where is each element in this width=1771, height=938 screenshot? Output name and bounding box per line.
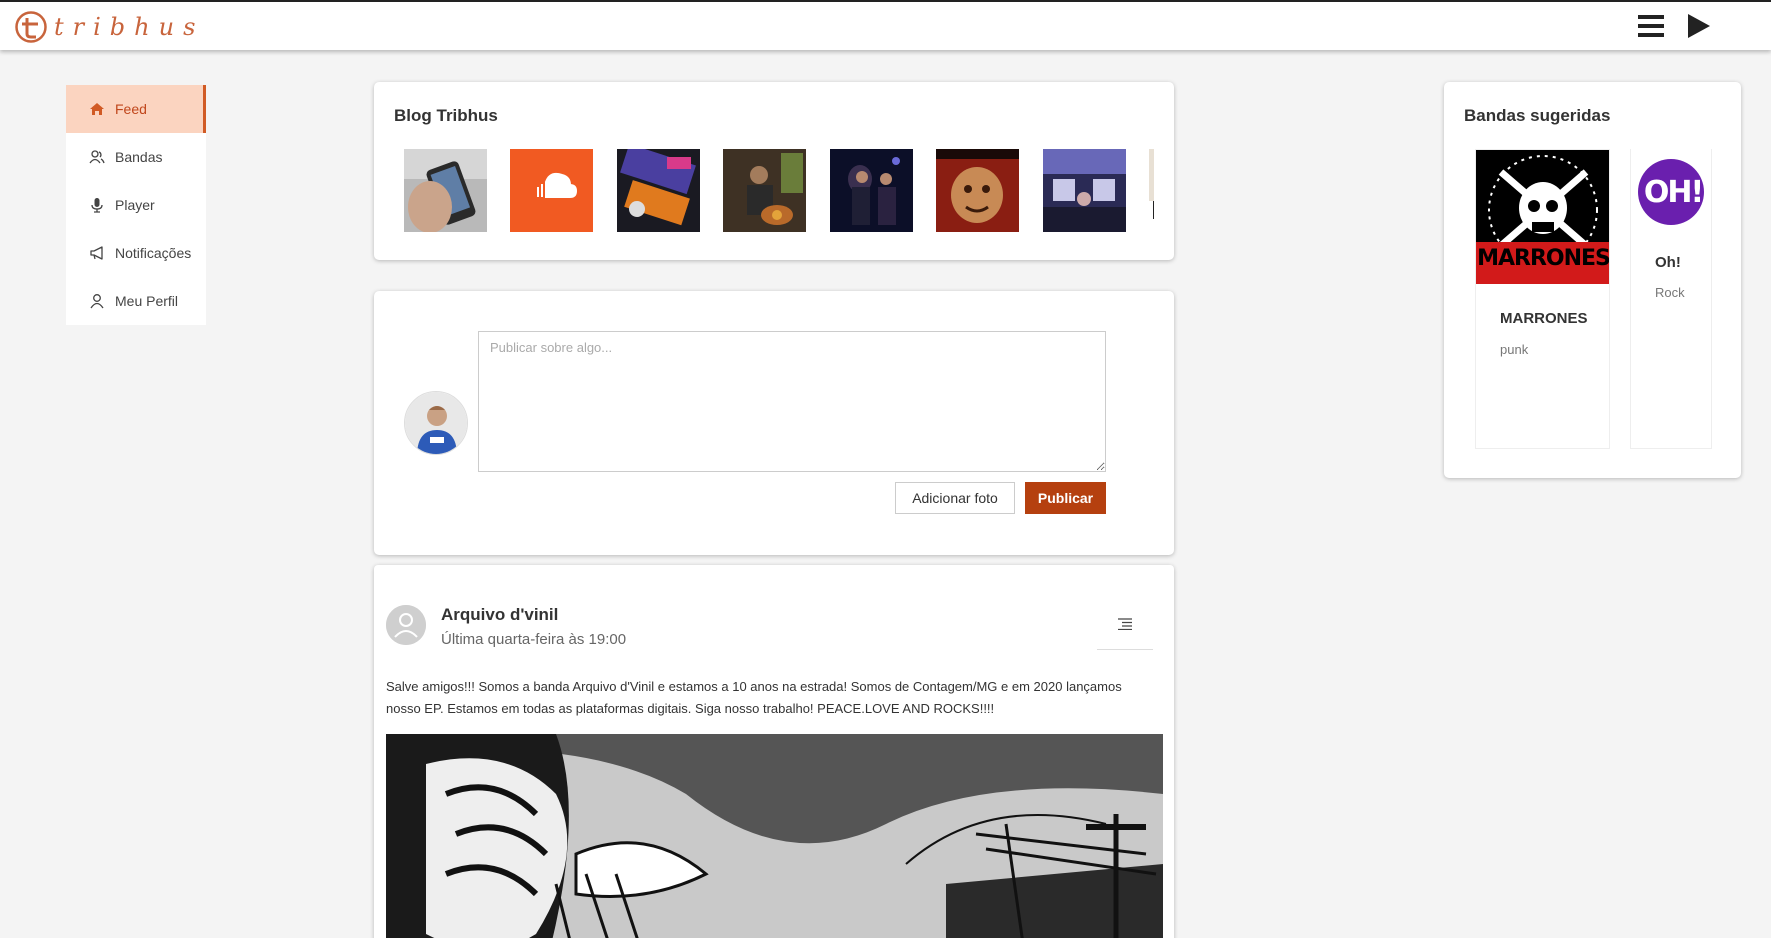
home-icon — [90, 103, 104, 115]
band-logo-marrones: MARRONES — [1476, 150, 1610, 284]
microphone-icon — [91, 198, 103, 213]
post-timestamp: Última quarta-feira às 19:00 — [441, 631, 627, 648]
sidebar-item-feed[interactable]: Feed — [66, 85, 206, 133]
post-body: Salve amigos!!! Somos a banda Arquivo d'… — [386, 679, 1122, 716]
sidebar-item-bandas[interactable]: Bandas — [66, 133, 206, 181]
post-author-avatar[interactable] — [386, 605, 426, 645]
sidebar-item-label: Notificações — [115, 245, 192, 261]
band-name: MARRONES — [1500, 310, 1588, 327]
sidebar-item-player[interactable]: Player — [66, 181, 206, 229]
sidebar-item-notificacoes[interactable]: Notificações — [66, 229, 206, 277]
blog-thumb-studio[interactable] — [1042, 149, 1126, 232]
brand-name: tribhus — [54, 13, 205, 41]
band-genre: punk — [1500, 342, 1529, 357]
sidebar-nav: Feed Bandas Player Notificações Meu Perf… — [66, 85, 206, 325]
publish-button[interactable]: Publicar — [1025, 482, 1106, 514]
composer-card: Adicionar foto Publicar — [374, 291, 1174, 555]
post-options-button[interactable] — [1097, 610, 1153, 650]
suggested-bands-card: Bandas sugeridas MARRONES MARRONES punk … — [1444, 82, 1741, 478]
add-photo-button[interactable]: Adicionar foto — [895, 482, 1015, 514]
megaphone-icon — [90, 246, 103, 260]
user-icon — [90, 294, 104, 309]
blog-card: Blog Tribhus — [374, 82, 1174, 260]
sidebar-item-label: Meu Perfil — [115, 293, 179, 309]
sidebar-item-meu-perfil[interactable]: Meu Perfil — [66, 277, 206, 325]
sidebar-item-label: Bandas — [115, 149, 163, 165]
band-genre: Rock — [1655, 285, 1685, 300]
feed-post: Arquivo d'vinil Última quarta-feira às 1… — [374, 565, 1174, 938]
band-logo-text: MARRONES — [1477, 246, 1610, 271]
band-logo-oh: OH! — [1638, 159, 1708, 229]
band-card-marrones[interactable]: MARRONES MARRONES punk — [1475, 149, 1610, 449]
blog-thumb-phone[interactable] — [404, 149, 487, 232]
sidebar-item-label: Feed — [115, 101, 147, 117]
blog-thumb-guitarist[interactable] — [723, 149, 807, 232]
play-icon[interactable] — [1684, 12, 1712, 40]
user-avatar[interactable] — [404, 391, 468, 455]
band-card-oh[interactable]: OH! Oh! Rock — [1630, 149, 1712, 449]
tribhus-logo[interactable]: tribhus — [14, 10, 204, 44]
band-logo-text: OH! — [1643, 175, 1704, 210]
list-menu-icon — [1118, 618, 1132, 630]
blog-thumb-soundcloud[interactable] — [510, 149, 594, 232]
blog-thumb-band-photo[interactable] — [829, 149, 913, 232]
blog-thumb-piano[interactable] — [1149, 149, 1154, 232]
band-name: Oh! — [1655, 254, 1681, 271]
blog-thumb-album-cover[interactable] — [936, 149, 1020, 232]
blog-thumb-mixer[interactable] — [616, 149, 700, 232]
post-author-name[interactable]: Arquivo d'vinil — [441, 605, 558, 625]
blog-carousel[interactable] — [404, 149, 1154, 232]
post-textarea[interactable] — [478, 331, 1106, 472]
top-bar: tribhus — [0, 0, 1771, 50]
menu-icon[interactable] — [1638, 15, 1664, 37]
post-image[interactable] — [386, 734, 1163, 938]
suggested-bands-title: Bandas sugeridas — [1464, 106, 1611, 125]
logo-mark-icon — [15, 11, 47, 43]
sidebar-item-label: Player — [115, 197, 155, 213]
bands-icon — [89, 150, 105, 164]
blog-title: Blog Tribhus — [394, 106, 498, 125]
